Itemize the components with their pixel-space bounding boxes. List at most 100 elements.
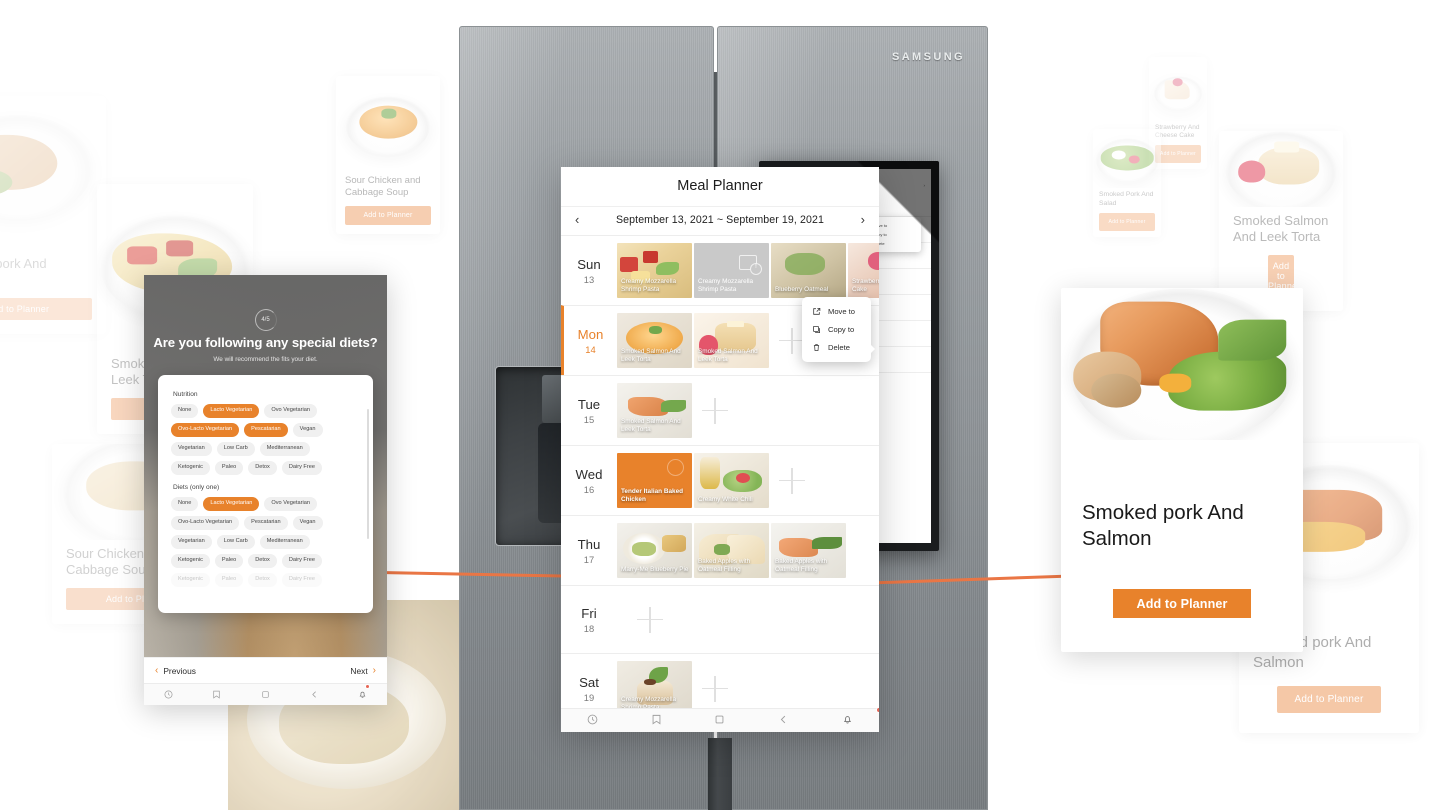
diets-chip-ketogenic[interactable]: Ketogenic bbox=[171, 553, 210, 568]
add-meal-button[interactable] bbox=[779, 467, 805, 494]
diet-chip-mediterranean[interactable]: Mediterranean bbox=[259, 441, 310, 456]
meal-tile[interactable]: Strawberry And Cheese Cake bbox=[848, 243, 879, 298]
day-number: 17 bbox=[583, 554, 595, 566]
diets-chip-mediterranean[interactable]: Mediterranean bbox=[259, 534, 310, 549]
card-thumbnail bbox=[1149, 57, 1207, 121]
diet-chip-detox[interactable]: Detox bbox=[248, 460, 277, 475]
meal-tile[interactable]: Baked Apples with Oatmeal Filling bbox=[694, 523, 769, 578]
back-arrow-icon[interactable] bbox=[310, 686, 319, 704]
meal-tile[interactable]: Creamy Mozzarella Shrimp Pasta bbox=[617, 243, 692, 298]
diets-chip-none[interactable]: None bbox=[171, 496, 199, 511]
diet-preferences-panel[interactable]: 4/5 Are you following any special diets?… bbox=[144, 275, 387, 705]
meal-tile[interactable]: Blueberry Oatmeal bbox=[771, 243, 846, 298]
diets-chip-dairy-free-clipped[interactable]: Dairy Free bbox=[281, 572, 322, 587]
card-add-button[interactable]: Add to Planner bbox=[1277, 686, 1381, 713]
meal-context-menu[interactable]: Move to Copy to Delete bbox=[802, 297, 875, 363]
meal-title: Creamy Mozzarella Shrimp Pasta bbox=[621, 277, 677, 293]
add-meal-button[interactable] bbox=[637, 606, 663, 633]
clock-icon[interactable] bbox=[587, 712, 598, 730]
prev-week-button[interactable]: ‹ bbox=[575, 213, 579, 226]
diet-chip-ovo-vegetarian[interactable]: Ovo Vegetarian bbox=[264, 404, 317, 418]
context-menu-copy-to[interactable]: Copy to bbox=[802, 321, 871, 339]
meal-tile-featured[interactable]: Tender Italian Baked Chicken bbox=[617, 453, 692, 508]
diets-chip-vegetarian[interactable]: Vegetarian bbox=[171, 534, 212, 549]
diet-question-subtitle: We will recommend the fits your diet. bbox=[213, 356, 318, 363]
diets-chip-vegan[interactable]: Vegan bbox=[292, 515, 323, 530]
card-add-button[interactable]: Add to Planner bbox=[1155, 145, 1201, 163]
diet-chip-pescatarian[interactable]: Pescatarian bbox=[244, 422, 288, 437]
add-meal-button[interactable] bbox=[702, 675, 728, 702]
chevron-left-icon: ‹ bbox=[155, 665, 159, 676]
diets-chip-low-carb[interactable]: Low Carb bbox=[216, 534, 255, 549]
meal-tile[interactable]: Marry-Me Blueberry Pie bbox=[617, 523, 692, 578]
diet-chip-paleo[interactable]: Paleo bbox=[214, 460, 244, 475]
diets-chip-detox[interactable]: Detox bbox=[248, 553, 277, 568]
diet-chip-vegan[interactable]: Vegan bbox=[292, 422, 323, 437]
card-add-button[interactable]: Add to Planner bbox=[1099, 213, 1155, 231]
meal-tile[interactable]: Smoked Salmon And Leek Torta bbox=[694, 313, 769, 368]
diet-question-title: Are you following any special diets? bbox=[153, 335, 378, 350]
card-add-button[interactable]: Add to Planner bbox=[0, 298, 92, 320]
card-title: Smoked Salmon And Leek Torta bbox=[1233, 212, 1329, 244]
add-meal-button[interactable] bbox=[702, 397, 728, 424]
nutrition-chip-row: Ovo-Lacto Vegetarian Pescatarian Vegan bbox=[171, 422, 360, 437]
card-add-button[interactable]: Add to Planner bbox=[345, 206, 431, 225]
diet-chip-lacto-vegetarian[interactable]: Lacto Vegetarian bbox=[203, 404, 260, 418]
diet-chip-low-carb[interactable]: Low Carb bbox=[216, 441, 255, 456]
day-name: Mon bbox=[577, 326, 604, 342]
diet-chip-dairy-free[interactable]: Dairy Free bbox=[281, 460, 322, 475]
diets-chip-ovo-lacto-vegetarian[interactable]: Ovo-Lacto Vegetarian bbox=[171, 515, 240, 530]
diets-chip-ketogenic-clipped[interactable]: Ketogenic bbox=[171, 572, 210, 587]
next-week-button[interactable]: › bbox=[861, 213, 865, 226]
diets-chip-lacto-vegetarian[interactable]: Lacto Vegetarian bbox=[203, 496, 260, 511]
previous-button[interactable]: ‹ Previous bbox=[155, 665, 196, 676]
meal-tile[interactable]: Creamy White Chili bbox=[694, 453, 769, 508]
background-card-smoked-salmon-torta[interactable]: Smoked Salmon And Leek Torta Add to Plan… bbox=[1219, 131, 1343, 311]
diet-options-sheet[interactable]: Nutrition None Lacto Vegetarian Ovo Vege… bbox=[158, 375, 373, 613]
diets-chip-paleo-clipped[interactable]: Paleo bbox=[214, 572, 244, 587]
diet-chip-ovo-lacto-vegetarian[interactable]: Ovo-Lacto Vegetarian bbox=[171, 422, 240, 437]
diets-chip-dairy-free[interactable]: Dairy Free bbox=[281, 553, 322, 568]
meal-title: Strawberry And Cheese Cake bbox=[852, 277, 879, 293]
diet-chip-none[interactable]: None bbox=[171, 404, 199, 418]
diets-chip-ovo-vegetarian[interactable]: Ovo Vegetarian bbox=[264, 496, 317, 511]
diets-chip-row: None Lacto Vegetarian Ovo Vegetarian bbox=[171, 496, 360, 511]
meal-tile[interactable]: Smoked Salmon And Leek Torta bbox=[617, 313, 692, 368]
day-label-wed: Wed 16 bbox=[561, 446, 617, 515]
meal-tile[interactable]: Smoked Salmon And Leek Torta bbox=[617, 383, 692, 438]
bookmark-icon[interactable] bbox=[651, 712, 662, 730]
background-card-smoked-pork-salad[interactable]: Smoked Pork And Salad Add to Planner bbox=[1093, 129, 1161, 237]
day-meal-tiles: Smoked Salmon And Leek Torta bbox=[617, 376, 728, 445]
planner-day-row-fri[interactable]: Fri 18 bbox=[561, 585, 879, 653]
background-card-sour-chicken-top[interactable]: Sour Chicken and Cabbage Soup Add to Pla… bbox=[336, 76, 440, 234]
meal-planner-window[interactable]: Meal Planner ‹ September 13, 2021 ~ Sept… bbox=[561, 167, 879, 732]
diets-chip-row-clipped: Ketogenic Paleo Detox Dairy Free bbox=[171, 572, 360, 587]
clock-icon[interactable] bbox=[164, 686, 173, 704]
diet-sheet-scrollbar[interactable] bbox=[367, 409, 369, 539]
diet-chip-vegetarian[interactable]: Vegetarian bbox=[171, 441, 212, 456]
add-to-planner-button[interactable]: Add to Planner bbox=[1113, 589, 1251, 618]
next-button[interactable]: Next › bbox=[350, 665, 376, 676]
diet-chip-ketogenic[interactable]: Ketogenic bbox=[171, 460, 210, 475]
back-arrow-icon[interactable] bbox=[778, 712, 789, 730]
bell-icon[interactable] bbox=[842, 707, 879, 730]
diets-chip-row: Vegetarian Low Carb Mediterranean bbox=[171, 534, 360, 549]
bookmark-icon[interactable] bbox=[212, 686, 221, 704]
background-card-smoked-pork-topleft[interactable]: Smoked pork And Salmon Add to Planner bbox=[0, 96, 106, 334]
square-icon[interactable] bbox=[714, 712, 725, 730]
hub-next-icon[interactable]: › bbox=[924, 183, 925, 188]
context-menu-delete[interactable]: Delete bbox=[802, 339, 871, 357]
square-icon[interactable] bbox=[261, 686, 270, 704]
meal-tile[interactable]: Baked Apples with Oatmeal Filling bbox=[771, 523, 846, 578]
planner-day-row-thu[interactable]: Thu 17 Marry-Me Blueberry Pie Baked Appl… bbox=[561, 515, 879, 585]
bell-icon[interactable] bbox=[358, 683, 371, 704]
planner-day-row-tue[interactable]: Tue 15 Smoked Salmon And Leek Torta bbox=[561, 375, 879, 445]
planner-day-row-wed[interactable]: Wed 16 Tender Italian Baked Chicken Crea… bbox=[561, 445, 879, 515]
planner-day-row-sun[interactable]: Sun 13 Creamy Mozzarella Shrimp Pasta Cr… bbox=[561, 235, 879, 363]
context-menu-move-to[interactable]: Move to bbox=[802, 303, 871, 321]
diets-chip-pescatarian[interactable]: Pescatarian bbox=[244, 515, 288, 530]
diets-chip-detox-clipped[interactable]: Detox bbox=[248, 572, 277, 587]
meal-tile-placeholder[interactable]: Creamy Mozzarella Shrimp Pasta bbox=[694, 243, 769, 298]
diets-chip-paleo[interactable]: Paleo bbox=[214, 553, 244, 568]
recipe-detail-card[interactable]: Smoked pork And Salmon Add to Planner bbox=[1061, 288, 1303, 652]
